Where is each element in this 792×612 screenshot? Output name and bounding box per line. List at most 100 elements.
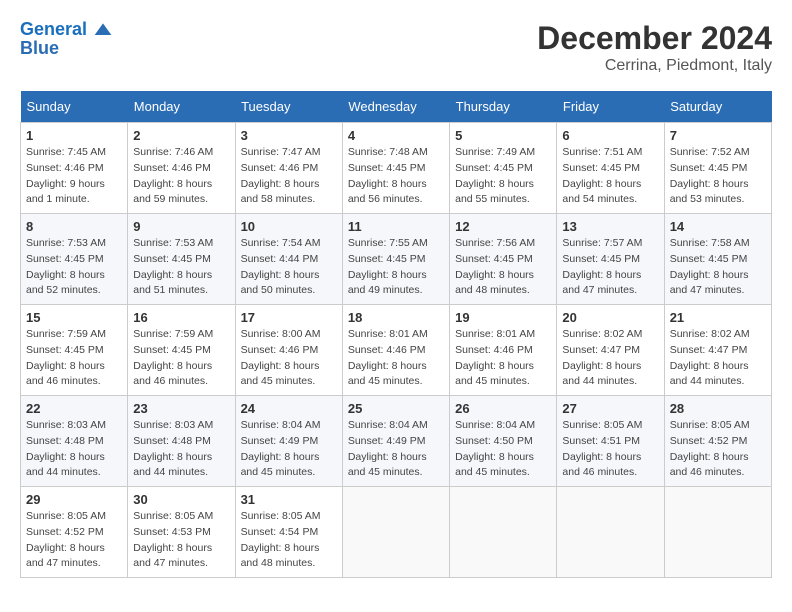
weekday-thursday: Thursday bbox=[450, 91, 557, 123]
calendar-cell bbox=[664, 487, 771, 578]
weekday-sunday: Sunday bbox=[21, 91, 128, 123]
day-info: Sunrise: 8:01 AMSunset: 4:46 PMDaylight:… bbox=[348, 327, 444, 390]
calendar-cell: 23Sunrise: 8:03 AMSunset: 4:48 PMDayligh… bbox=[128, 396, 235, 487]
calendar-cell: 17 Sunrise: 8:00 AMSunset: 4:46 PMDayligh… bbox=[235, 305, 342, 396]
day-info: Sunrise: 8:04 AMSunset: 4:49 PMDaylight:… bbox=[241, 418, 337, 481]
day-info: Sunrise: 8:05 AMSunset: 4:52 PMDaylight:… bbox=[26, 509, 122, 572]
day-number: 11 bbox=[348, 219, 444, 234]
day-info: Sunrise: 8:02 AMSunset: 4:47 PMDaylight:… bbox=[670, 327, 766, 390]
day-number: 9 bbox=[133, 219, 229, 234]
day-info: Sunrise: 8:04 AMSunset: 4:50 PMDaylight:… bbox=[455, 418, 551, 481]
logo-text: General bbox=[20, 20, 113, 40]
calendar-cell bbox=[342, 487, 449, 578]
day-info: Sunrise: 7:52 AMSunset: 4:45 PMDaylight:… bbox=[670, 145, 766, 208]
day-number: 12 bbox=[455, 219, 551, 234]
day-info: Sunrise: 7:57 AMSunset: 4:45 PMDaylight:… bbox=[562, 236, 658, 299]
day-info: Sunrise: 7:59 AMSunset: 4:45 PMDaylight:… bbox=[133, 327, 229, 390]
day-number: 14 bbox=[670, 219, 766, 234]
location: Cerrina, Piedmont, Italy bbox=[537, 57, 772, 75]
calendar-cell: 28 Sunrise: 8:05 AMSunset: 4:52 PMDayligh… bbox=[664, 396, 771, 487]
day-info: Sunrise: 8:05 AMSunset: 4:54 PMDaylight:… bbox=[241, 509, 337, 572]
day-info: Sunrise: 8:00 AMSunset: 4:46 PMDaylight:… bbox=[241, 327, 337, 390]
day-info: Sunrise: 8:01 AMSunset: 4:46 PMDaylight:… bbox=[455, 327, 551, 390]
day-number: 24 bbox=[241, 401, 337, 416]
calendar-cell: 2Sunrise: 7:46 AMSunset: 4:46 PMDaylight… bbox=[128, 123, 235, 214]
calendar-cell: 5 Sunrise: 7:49 AMSunset: 4:45 PMDaylight… bbox=[450, 123, 557, 214]
day-info: Sunrise: 7:56 AMSunset: 4:45 PMDaylight:… bbox=[455, 236, 551, 299]
calendar-cell: 20Sunrise: 8:02 AMSunset: 4:47 PMDayligh… bbox=[557, 305, 664, 396]
calendar-cell: 7 Sunrise: 7:52 AMSunset: 4:45 PMDaylight… bbox=[664, 123, 771, 214]
weekday-wednesday: Wednesday bbox=[342, 91, 449, 123]
calendar-cell: 13 Sunrise: 7:57 AMSunset: 4:45 PMDayligh… bbox=[557, 214, 664, 305]
day-number: 10 bbox=[241, 219, 337, 234]
calendar-cell: 3Sunrise: 7:47 AMSunset: 4:46 PMDaylight… bbox=[235, 123, 342, 214]
logo-blue: Blue bbox=[20, 38, 113, 59]
calendar-cell: 27 Sunrise: 8:05 AMSunset: 4:51 PMDayligh… bbox=[557, 396, 664, 487]
weekday-monday: Monday bbox=[128, 91, 235, 123]
day-info: Sunrise: 8:05 AMSunset: 4:53 PMDaylight:… bbox=[133, 509, 229, 572]
month-title: December 2024 bbox=[537, 20, 772, 57]
calendar-cell: 16 Sunrise: 7:59 AMSunset: 4:45 PMDayligh… bbox=[128, 305, 235, 396]
week-row-5: 29 Sunrise: 8:05 AMSunset: 4:52 PMDayligh… bbox=[21, 487, 772, 578]
day-number: 7 bbox=[670, 128, 766, 143]
day-number: 25 bbox=[348, 401, 444, 416]
calendar-cell: 21 Sunrise: 8:02 AMSunset: 4:47 PMDayligh… bbox=[664, 305, 771, 396]
page-header: General Blue December 2024 Cerrina, Pied… bbox=[20, 20, 772, 75]
calendar-cell: 24 Sunrise: 8:04 AMSunset: 4:49 PMDayligh… bbox=[235, 396, 342, 487]
calendar-cell bbox=[557, 487, 664, 578]
calendar-cell: 31Sunrise: 8:05 AMSunset: 4:54 PMDayligh… bbox=[235, 487, 342, 578]
calendar-cell: 22Sunrise: 8:03 AMSunset: 4:48 PMDayligh… bbox=[21, 396, 128, 487]
title-block: December 2024 Cerrina, Piedmont, Italy bbox=[537, 20, 772, 75]
week-row-1: 1Sunrise: 7:45 AMSunset: 4:46 PMDaylight… bbox=[21, 123, 772, 214]
day-number: 3 bbox=[241, 128, 337, 143]
day-info: Sunrise: 7:51 AMSunset: 4:45 PMDaylight:… bbox=[562, 145, 658, 208]
calendar-cell: 25Sunrise: 8:04 AMSunset: 4:49 PMDayligh… bbox=[342, 396, 449, 487]
logo: General Blue bbox=[20, 20, 113, 59]
day-info: Sunrise: 7:58 AMSunset: 4:45 PMDaylight:… bbox=[670, 236, 766, 299]
day-number: 18 bbox=[348, 310, 444, 325]
weekday-friday: Friday bbox=[557, 91, 664, 123]
calendar-cell: 29 Sunrise: 8:05 AMSunset: 4:52 PMDayligh… bbox=[21, 487, 128, 578]
calendar-cell: 8 Sunrise: 7:53 AMSunset: 4:45 PMDaylight… bbox=[21, 214, 128, 305]
day-number: 22 bbox=[26, 401, 122, 416]
calendar-cell: 30 Sunrise: 8:05 AMSunset: 4:53 PMDayligh… bbox=[128, 487, 235, 578]
day-info: Sunrise: 8:03 AMSunset: 4:48 PMDaylight:… bbox=[133, 418, 229, 481]
day-number: 28 bbox=[670, 401, 766, 416]
calendar-cell: 18 Sunrise: 8:01 AMSunset: 4:46 PMDayligh… bbox=[342, 305, 449, 396]
day-info: Sunrise: 7:53 AMSunset: 4:45 PMDaylight:… bbox=[26, 236, 122, 299]
calendar-cell: 10Sunrise: 7:54 AMSunset: 4:44 PMDayligh… bbox=[235, 214, 342, 305]
day-number: 29 bbox=[26, 492, 122, 507]
day-number: 13 bbox=[562, 219, 658, 234]
calendar-cell: 9 Sunrise: 7:53 AMSunset: 4:45 PMDaylight… bbox=[128, 214, 235, 305]
day-number: 17 bbox=[241, 310, 337, 325]
day-number: 16 bbox=[133, 310, 229, 325]
day-number: 1 bbox=[26, 128, 122, 143]
day-number: 19 bbox=[455, 310, 551, 325]
day-number: 5 bbox=[455, 128, 551, 143]
day-number: 30 bbox=[133, 492, 229, 507]
day-number: 6 bbox=[562, 128, 658, 143]
calendar-cell: 26 Sunrise: 8:04 AMSunset: 4:50 PMDayligh… bbox=[450, 396, 557, 487]
day-info: Sunrise: 7:53 AMSunset: 4:45 PMDaylight:… bbox=[133, 236, 229, 299]
day-number: 20 bbox=[562, 310, 658, 325]
calendar-cell: 1Sunrise: 7:45 AMSunset: 4:46 PMDaylight… bbox=[21, 123, 128, 214]
day-number: 8 bbox=[26, 219, 122, 234]
calendar-cell: 15Sunrise: 7:59 AMSunset: 4:45 PMDayligh… bbox=[21, 305, 128, 396]
day-number: 15 bbox=[26, 310, 122, 325]
day-info: Sunrise: 8:05 AMSunset: 4:51 PMDaylight:… bbox=[562, 418, 658, 481]
day-number: 27 bbox=[562, 401, 658, 416]
calendar-cell: 11Sunrise: 7:55 AMSunset: 4:45 PMDayligh… bbox=[342, 214, 449, 305]
day-number: 21 bbox=[670, 310, 766, 325]
weekday-saturday: Saturday bbox=[664, 91, 771, 123]
day-number: 26 bbox=[455, 401, 551, 416]
day-number: 4 bbox=[348, 128, 444, 143]
calendar-cell: 4Sunrise: 7:48 AMSunset: 4:45 PMDaylight… bbox=[342, 123, 449, 214]
calendar-cell: 6 Sunrise: 7:51 AMSunset: 4:45 PMDaylight… bbox=[557, 123, 664, 214]
day-info: Sunrise: 7:49 AMSunset: 4:45 PMDaylight:… bbox=[455, 145, 551, 208]
calendar-cell: 14 Sunrise: 7:58 AMSunset: 4:45 PMDayligh… bbox=[664, 214, 771, 305]
week-row-2: 8 Sunrise: 7:53 AMSunset: 4:45 PMDaylight… bbox=[21, 214, 772, 305]
day-number: 2 bbox=[133, 128, 229, 143]
week-row-4: 22 Sunrise: 8:03 AMSunset: 4:48 PMDayligh… bbox=[21, 396, 772, 487]
day-info: Sunrise: 8:05 AMSunset: 4:52 PMDaylight:… bbox=[670, 418, 766, 481]
calendar-cell: 19 Sunrise: 8:01 AMSunset: 4:46 PMDayligh… bbox=[450, 305, 557, 396]
